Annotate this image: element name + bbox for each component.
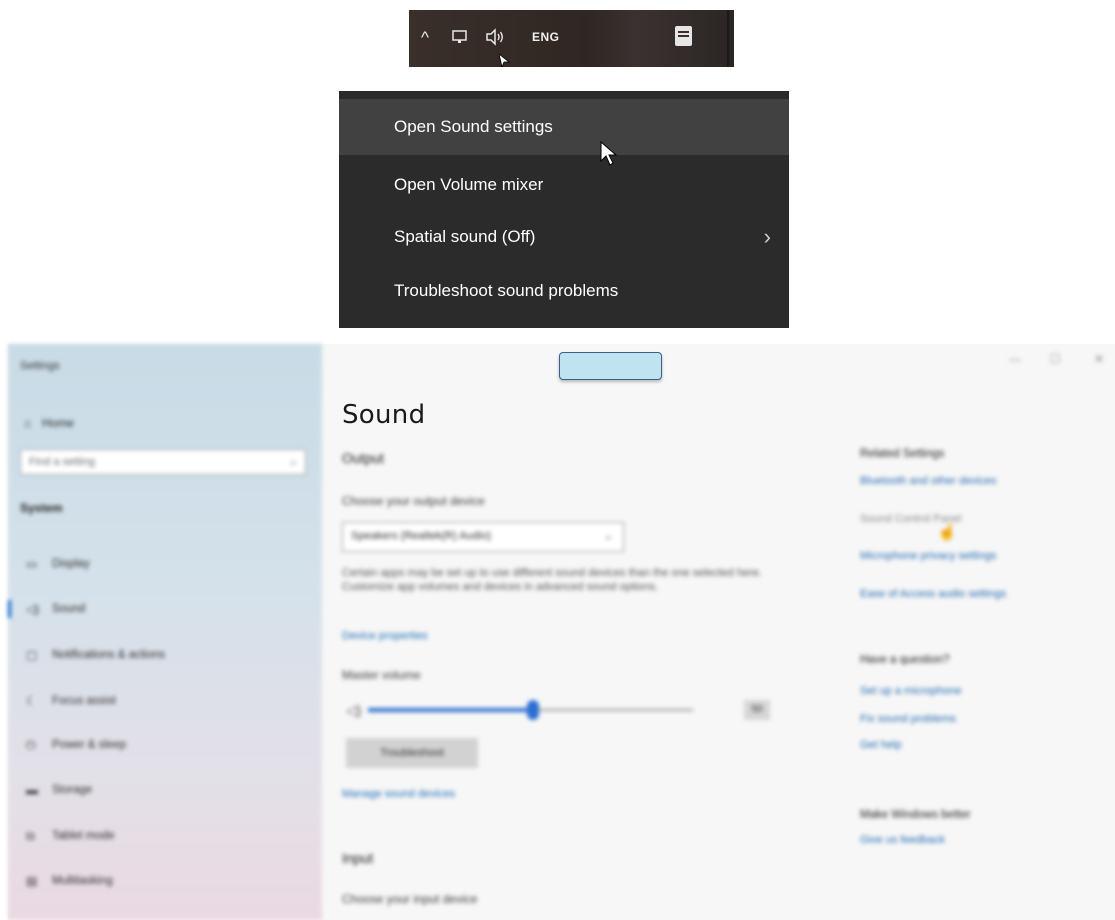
page-title: Sound <box>342 400 426 430</box>
sidebar-item-multitasking[interactable]: ▤ Multitasking <box>8 866 322 896</box>
sidebar-item-tablet-mode[interactable]: ⧉ Tablet mode <box>8 821 322 851</box>
volume-value: 50 <box>744 700 770 720</box>
sidebar-item-label: Multitasking <box>52 875 113 887</box>
manage-sound-devices-link[interactable]: Manage sound devices <box>342 788 455 800</box>
notification-icon[interactable] <box>675 26 692 46</box>
volume-icon[interactable] <box>485 28 505 51</box>
input-heading: Input <box>342 850 374 866</box>
volume-slider-thumb[interactable] <box>527 700 539 720</box>
sidebar-item-label: Storage <box>52 784 93 796</box>
master-volume-label: Master volume <box>342 668 421 682</box>
menu-item-spatial-sound[interactable]: Spatial sound (Off) › <box>339 209 789 265</box>
question-heading: Have a question? <box>860 654 950 666</box>
device-properties-link[interactable]: Device properties <box>342 630 428 642</box>
minimize-button[interactable]: — <box>1000 348 1030 370</box>
make-windows-better-heading: Make Windows better <box>860 809 971 821</box>
fix-sound-link[interactable]: Fix sound problems <box>860 713 956 725</box>
menu-item-label: Spatial sound (Off) <box>394 227 536 246</box>
taskbar: ^ ENG <box>409 10 734 67</box>
get-help-link[interactable]: Get help <box>860 739 902 751</box>
sidebar-item-notifications[interactable]: ▢ Notifications & actions <box>8 640 322 670</box>
troubleshoot-button[interactable]: Troubleshoot <box>346 738 478 768</box>
output-description: Certain apps may be set up to use differ… <box>342 567 762 593</box>
menu-item-troubleshoot-sound[interactable]: Troubleshoot sound problems <box>339 263 789 319</box>
sidebar-item-label: Tablet mode <box>52 830 115 842</box>
close-button[interactable]: ✕ <box>1084 348 1114 370</box>
input-device-label: Choose your input device <box>342 892 478 906</box>
sidebar-item-power-sleep[interactable]: ⏻ Power & sleep <box>8 730 322 760</box>
sidebar-home-label: Home <box>42 416 75 430</box>
chevron-up-icon[interactable]: ^ <box>421 28 429 48</box>
sidebar-item-label: Focus assist <box>52 695 116 707</box>
output-device-label: Choose your output device <box>342 494 485 508</box>
bluetooth-devices-link[interactable]: Bluetooth and other devices <box>860 475 996 487</box>
sidebar-item-label: Display <box>52 558 90 570</box>
network-icon[interactable] <box>451 28 469 51</box>
sidebar-item-label: Sound <box>52 603 86 615</box>
menu-item-label: Open Volume mixer <box>394 175 544 194</box>
chevron-down-icon: ⌄ <box>603 530 613 542</box>
language-indicator[interactable]: ENG <box>532 30 560 44</box>
maximize-button[interactable]: ☐ <box>1040 348 1070 370</box>
give-feedback-link[interactable]: Give us feedback <box>860 834 945 846</box>
settings-window: Settings ⌂ Home Find a setting ⌕ System ▭… <box>8 344 1115 920</box>
notifications-icon: ▢ <box>26 648 38 662</box>
microphone-privacy-link[interactable]: Microphone privacy settings <box>860 550 996 562</box>
mouse-cursor-icon <box>600 141 618 166</box>
menu-item-open-volume-mixer[interactable]: Open Volume mixer <box>339 157 789 213</box>
menu-item-label: Open Sound settings <box>394 117 553 136</box>
sidebar-item-sound[interactable]: ◁) Sound <box>8 594 322 624</box>
multitasking-icon: ▤ <box>26 874 38 888</box>
output-device-value: Speakers (Realtek(R) Audio) <box>351 530 492 542</box>
sidebar-item-focus-assist[interactable]: ☾ Focus assist <box>8 686 322 716</box>
sound-icon: ◁) <box>26 602 40 616</box>
tablet-icon: ⧉ <box>26 829 35 843</box>
settings-sidebar: Settings ⌂ Home Find a setting ⌕ System ▭… <box>8 344 322 920</box>
output-heading: Output <box>342 450 385 466</box>
volume-slider-fill <box>368 708 533 712</box>
mouse-cursor-icon <box>499 54 511 67</box>
sidebar-item-label: Notifications & actions <box>52 649 166 661</box>
chevron-right-icon: › <box>763 224 771 249</box>
speaker-icon: ◁) <box>346 702 362 718</box>
app-title: Settings <box>20 360 60 372</box>
setup-microphone-link[interactable]: Set up a microphone <box>860 685 962 697</box>
related-settings-heading: Related Settings <box>860 448 945 460</box>
home-icon: ⌂ <box>24 416 32 430</box>
search-input[interactable]: Find a setting ⌕ <box>20 449 306 475</box>
sidebar-section-title: System <box>20 501 63 515</box>
display-icon: ▭ <box>26 557 38 571</box>
output-device-dropdown[interactable]: Speakers (Realtek(R) Audio) ⌄ <box>342 522 624 552</box>
sound-context-menu: Open Sound settings Open Volume mixer Sp… <box>339 91 789 328</box>
sidebar-home[interactable]: ⌂ Home <box>24 416 74 430</box>
moon-icon: ☾ <box>26 694 37 708</box>
menu-item-open-sound-settings[interactable]: Open Sound settings <box>339 99 789 155</box>
sidebar-item-display[interactable]: ▭ Display <box>8 549 322 579</box>
sidebar-item-storage[interactable]: ▬ Storage <box>8 775 322 805</box>
power-icon: ⏻ <box>26 738 36 752</box>
taskbar-divider <box>727 10 729 67</box>
menu-item-label: Troubleshoot sound problems <box>394 281 619 300</box>
search-icon: ⌕ <box>290 455 297 469</box>
hand-cursor-icon: ☝ <box>937 524 957 541</box>
annotation-highlight-box <box>559 352 662 380</box>
search-placeholder: Find a setting <box>29 456 96 468</box>
sidebar-item-label: Power & sleep <box>52 739 127 751</box>
ease-of-access-audio-link[interactable]: Ease of Access audio settings <box>860 588 1006 600</box>
storage-icon: ▬ <box>26 783 38 797</box>
